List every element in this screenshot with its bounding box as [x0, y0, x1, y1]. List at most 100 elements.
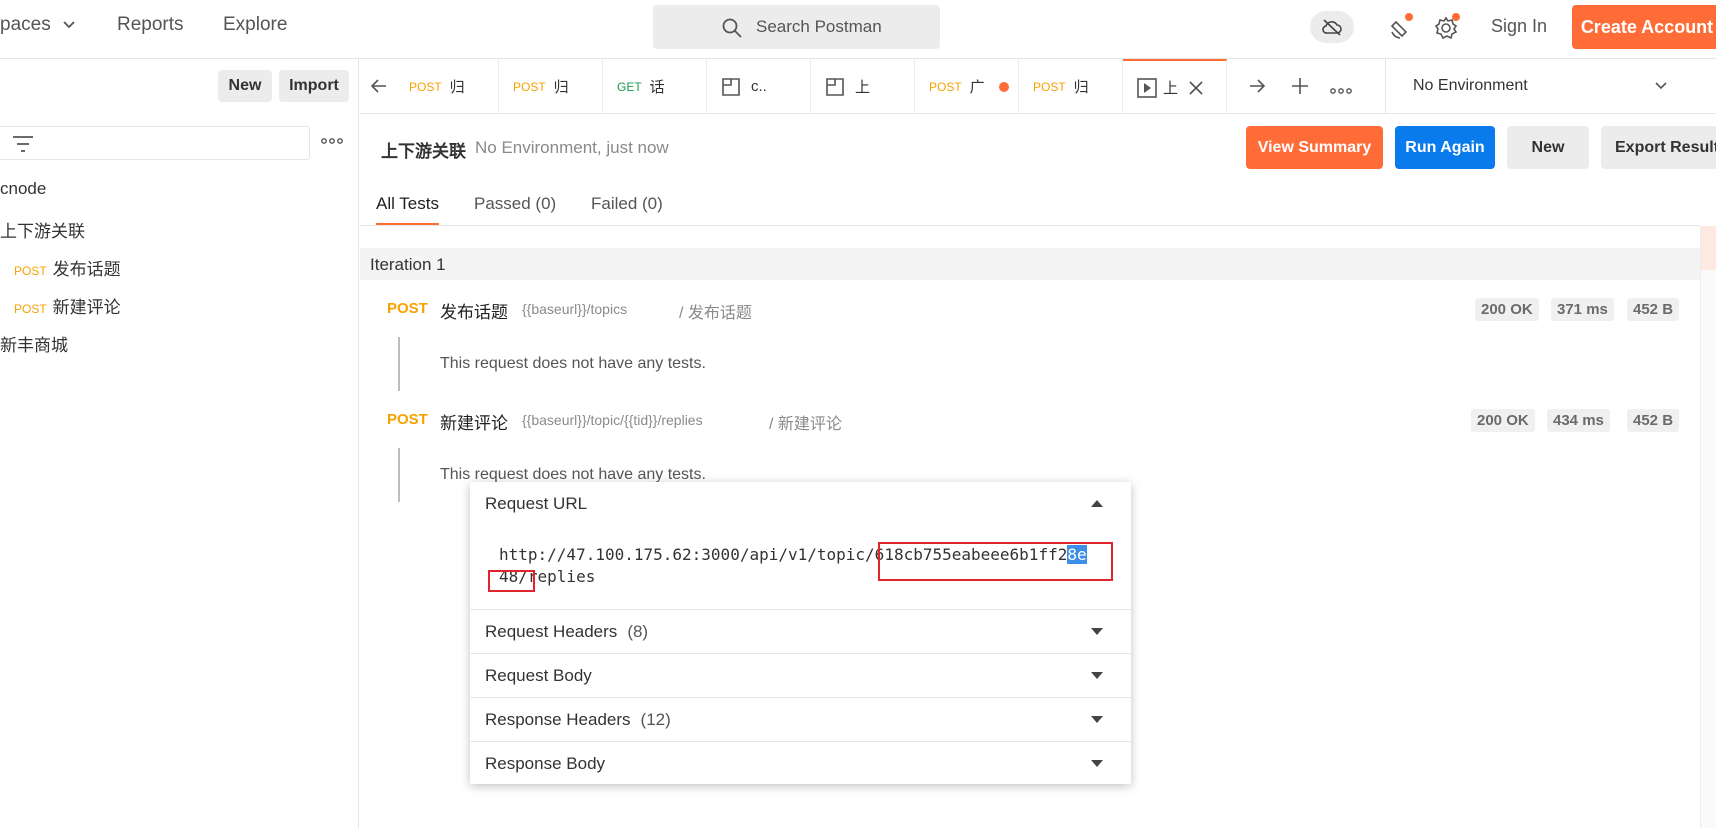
tab-passed[interactable]: Passed (0) [474, 194, 556, 214]
divider [360, 225, 1700, 226]
tab-bar: POST 归 POST 归 GET 话 c.. 上 POST 广 POST 归 上 No … [360, 59, 1716, 114]
close-icon[interactable] [1188, 80, 1204, 96]
result-row[interactable]: POST 发布话题 {{baseurl}}/topics / 发布话题 200 … [387, 298, 1680, 328]
tab-title: c.. [751, 78, 767, 95]
search-icon [722, 18, 742, 38]
collection-run-name: 上下游关联 [381, 142, 466, 161]
tab-all-tests[interactable]: All Tests [376, 194, 439, 225]
tab-method: POST [513, 79, 546, 94]
request-tab[interactable]: GET 话 [603, 59, 707, 114]
tab-options-button[interactable] [1330, 82, 1352, 99]
section-label: Request Body [485, 665, 592, 685]
section-count: (8) [627, 621, 649, 641]
tab-method: POST [409, 79, 442, 94]
sidebar-item-collection[interactable]: 上下游关联 [0, 217, 85, 242]
tab-method: GET [617, 79, 642, 94]
document-icon [826, 77, 844, 96]
section-label: Response Headers [485, 709, 631, 729]
request-headers-section[interactable]: Request Headers (8) [470, 609, 1131, 653]
highlight-box [878, 542, 1113, 581]
document-icon [722, 77, 740, 96]
arrow-left-icon [370, 79, 386, 93]
request-tab[interactable]: POST 归 [395, 59, 499, 114]
size-badge: 452 B [1627, 298, 1680, 321]
tab-title: 归 [1073, 79, 1089, 96]
tab-title: 话 [649, 79, 665, 96]
environment-selected: No Environment [1413, 77, 1528, 94]
request-tab[interactable]: POST 归 [499, 59, 603, 114]
result-row[interactable]: POST 新建评论 {{baseurl}}/topic/{{tid}}/repl… [387, 409, 1680, 439]
view-summary-button[interactable]: View Summary [1246, 126, 1383, 169]
method-badge: POST [14, 264, 47, 278]
result-name: 新建评论 [440, 414, 508, 433]
result-indent-line [398, 337, 400, 391]
import-button[interactable]: Import [279, 70, 349, 102]
chevron-down-icon [63, 21, 75, 29]
collection-tab[interactable]: 上 [811, 59, 915, 114]
tab-title: 归 [449, 79, 465, 96]
satellite-button[interactable] [1386, 12, 1416, 42]
nav-reports[interactable]: Reports [117, 14, 184, 36]
request-url-section-header[interactable]: Request URL [470, 482, 1131, 526]
sidebar: New Import cnode 上下游关联 POST 发布话题 POST 新建评论… [0, 59, 359, 828]
new-button[interactable]: New [218, 70, 272, 102]
result-name: 发布话题 [440, 303, 508, 322]
result-path: / 发布话题 [679, 305, 752, 322]
request-tab[interactable]: POST 广 [915, 59, 1019, 114]
iteration-label: Iteration 1 [370, 255, 446, 274]
new-run-button[interactable]: New [1507, 126, 1589, 169]
sidebar-item-request[interactable]: POST 新建评论 [14, 293, 121, 318]
request-body-section[interactable]: Request Body [470, 653, 1131, 697]
method-badge: POST [387, 411, 428, 428]
sidebar-item-cnode[interactable]: cnode [0, 179, 46, 199]
caret-down-icon [1091, 760, 1103, 767]
search-bar[interactable]: Search Postman [653, 5, 940, 49]
section-label: Request Headers [485, 621, 618, 641]
sidebar-item-request[interactable]: POST 发布话题 [14, 255, 121, 280]
nav-workspaces[interactable]: paces [0, 14, 76, 36]
result-path: / 新建评论 [769, 416, 842, 433]
create-account-button[interactable]: Create Account [1572, 5, 1716, 49]
result-url: {{baseurl}}/topics [522, 301, 628, 317]
tab-title: 归 [553, 79, 569, 96]
environment-selector[interactable]: No Environment [1385, 59, 1716, 114]
response-body-section[interactable]: Response Body [470, 741, 1131, 785]
unsaved-dot-icon [998, 81, 1009, 92]
nav-explore[interactable]: Explore [223, 14, 287, 36]
sidebar-filter-input[interactable] [0, 126, 310, 160]
result-note: This request does not have any tests. [440, 355, 706, 372]
time-badge: 371 ms [1551, 298, 1614, 321]
export-results-button[interactable]: Export Results [1601, 126, 1716, 169]
response-headers-section[interactable]: Response Headers (12) [470, 697, 1131, 741]
arrow-right-icon [1250, 79, 1266, 93]
scrollbar[interactable] [1700, 226, 1716, 828]
more-options-icon[interactable] [321, 137, 343, 145]
scroll-tabs-left[interactable] [370, 77, 388, 99]
request-tab[interactable]: POST 归 [1019, 59, 1123, 114]
sidebar-item-mall[interactable]: 新丰商城 [0, 331, 68, 356]
request-name: 发布话题 [52, 260, 121, 279]
new-tab-button[interactable] [1290, 76, 1310, 100]
caret-up-icon [1091, 500, 1103, 507]
section-label: Request URL [485, 494, 588, 513]
caret-down-icon [1091, 672, 1103, 679]
runner-tab-active[interactable]: 上 [1123, 59, 1227, 114]
run-again-button[interactable]: Run Again [1395, 126, 1495, 169]
scroll-tabs-right[interactable] [1248, 77, 1266, 99]
section-label: Response Body [485, 753, 606, 773]
iteration-header: Iteration 1 [360, 248, 1700, 280]
settings-button[interactable] [1432, 12, 1462, 42]
more-options-icon [1330, 88, 1352, 94]
sync-status[interactable] [1310, 11, 1354, 43]
method-badge: POST [14, 302, 47, 316]
caret-down-icon [1091, 628, 1103, 635]
tab-title: 上 [855, 79, 871, 96]
collection-tab[interactable]: c.. [707, 59, 811, 114]
tab-failed[interactable]: Failed (0) [591, 194, 663, 214]
tab-method: POST [929, 79, 962, 94]
filter-icon [13, 136, 33, 152]
sign-in-link[interactable]: Sign In [1491, 16, 1547, 37]
search-placeholder: Search Postman [756, 17, 882, 36]
result-url: {{baseurl}}/topic/{{tid}}/replies [522, 412, 703, 428]
cloud-off-icon [1322, 19, 1342, 36]
